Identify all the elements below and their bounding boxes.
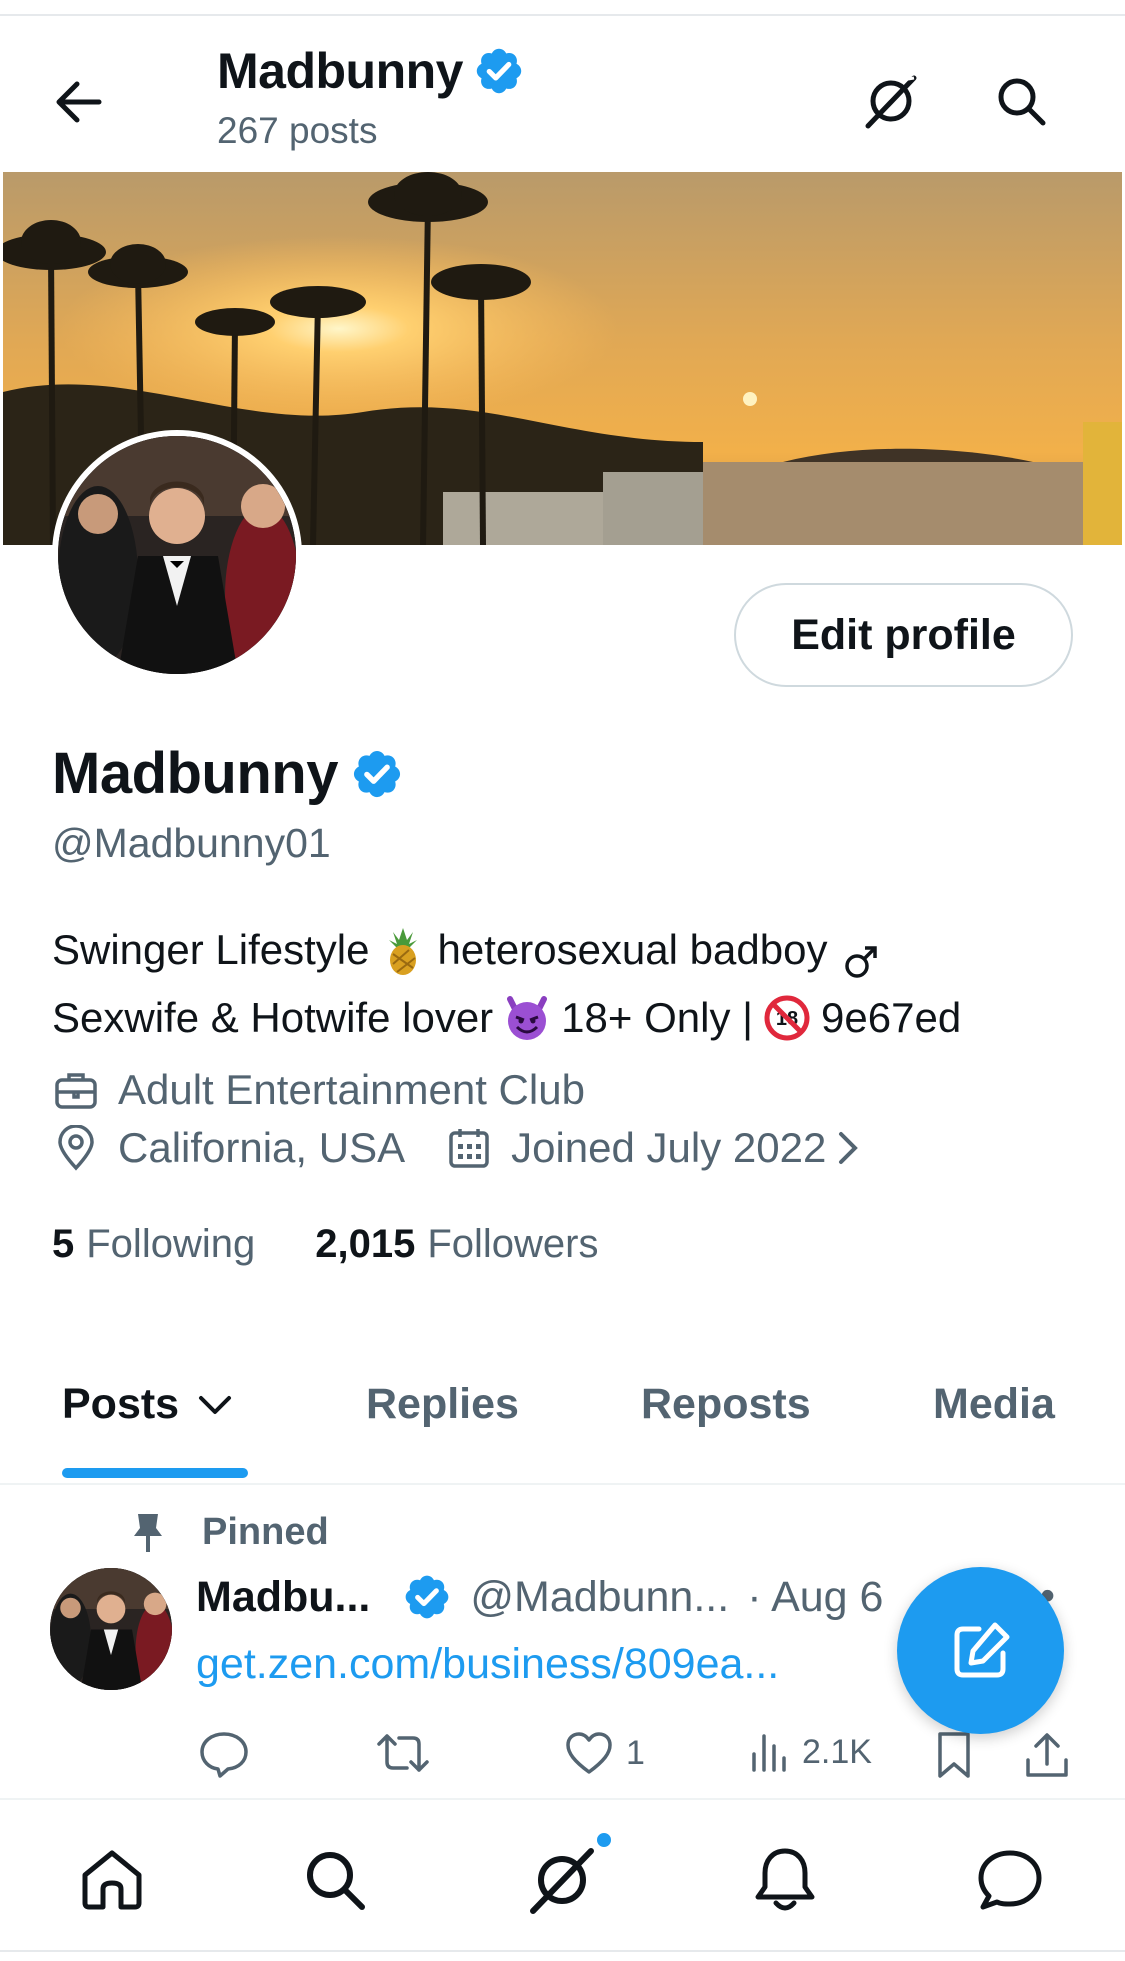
category-text: Adult Entertainment Club [118, 1066, 585, 1113]
pineapple-emoji [377, 924, 429, 976]
verified-badge-icon[interactable] [350, 747, 404, 801]
display-name-text: Madbunny [52, 741, 338, 806]
follow-counts: 5 Following 2,015 Followers [52, 1222, 598, 1267]
views-button[interactable]: 2.1K [750, 1730, 872, 1774]
repost-button[interactable] [375, 1730, 431, 1776]
joined-text: Joined July 2022 [511, 1124, 827, 1171]
tab-reposts[interactable]: Reposts [641, 1380, 811, 1429]
verified-badge-icon [476, 48, 522, 94]
following-link[interactable]: 5 Following [52, 1222, 255, 1267]
share-icon [1026, 1733, 1068, 1777]
search-icon [307, 1852, 365, 1910]
bookmark-icon [938, 1732, 970, 1778]
following-count: 5 [52, 1222, 75, 1266]
post-author-name[interactable]: Madbu... [196, 1573, 370, 1622]
location-pin-icon [52, 1124, 100, 1172]
like-button[interactable]: 1 [564, 1730, 645, 1776]
edit-profile-button[interactable]: Edit profile [734, 583, 1073, 687]
views-icon [752, 1734, 786, 1772]
share-button[interactable] [1024, 1730, 1070, 1780]
pinned-label: Pinned [202, 1510, 329, 1553]
bottom-divider [0, 1950, 1125, 1952]
bio-text: Swinger Lifestyle [52, 926, 370, 973]
tab-posts[interactable]: Posts [62, 1380, 233, 1429]
joined-date-link[interactable]: Joined July 2022 [445, 1124, 860, 1172]
followers-link[interactable]: 2,015 Followers [315, 1222, 598, 1267]
bio-text: heterosexual badboy [437, 926, 828, 973]
calendar-icon [445, 1124, 493, 1172]
no-one-under-eighteen-emoji: 18 [761, 992, 813, 1044]
profile-display-name: Madbunny [52, 740, 404, 807]
status-divider [0, 14, 1125, 16]
back-arrow-icon [56, 81, 102, 123]
compose-icon [954, 1622, 1009, 1677]
chevron-right-icon [836, 1128, 860, 1168]
header-name: Madbunny [217, 43, 463, 99]
location-text: California, USA [118, 1124, 406, 1171]
pin-icon [130, 1510, 170, 1554]
nav-search[interactable] [295, 1840, 375, 1920]
male-sign-emoji [835, 936, 887, 988]
pinned-indicator: Pinned [130, 1510, 329, 1554]
post-actions: 1 2.1K [0, 1730, 1125, 1796]
briefcase-icon [52, 1066, 100, 1114]
grok-icon [530, 1848, 594, 1914]
like-count: 1 [626, 1733, 645, 1772]
profile-header-bar: Madbunny 267 posts [0, 20, 1125, 170]
profile-category: Adult Entertainment Club [52, 1066, 585, 1114]
bell-icon [755, 1848, 815, 1911]
post-date[interactable]: · Aug 6 [747, 1573, 883, 1622]
bottom-navigation [0, 1798, 1125, 1961]
home-icon [82, 1850, 142, 1910]
followers-label: Followers [427, 1222, 599, 1266]
header-title: Madbunny [217, 42, 525, 100]
notification-dot [594, 1830, 614, 1850]
followers-count: 2,015 [315, 1222, 416, 1266]
nav-grok[interactable] [522, 1840, 602, 1920]
tab-label: Posts [62, 1380, 180, 1428]
post-author-handle[interactable]: @Madbunn... [470, 1573, 729, 1622]
compose-post-button[interactable] [897, 1567, 1064, 1734]
profile-tabs: Posts Replies Reposts Media [0, 1360, 1125, 1485]
reply-button[interactable] [198, 1730, 250, 1780]
search-button[interactable] [988, 68, 1054, 134]
bio-text: 9e67ed [821, 994, 962, 1041]
header-post-count: 267 posts [217, 110, 378, 151]
bookmark-button[interactable] [934, 1730, 974, 1780]
nav-home[interactable] [72, 1840, 152, 1920]
grok-icon [865, 75, 917, 129]
messages-icon [978, 1850, 1042, 1910]
post-header: Madbu... @Madbunn... · Aug 6 [196, 1572, 883, 1622]
verified-badge-icon [406, 1575, 449, 1619]
repost-icon [377, 1734, 429, 1772]
tab-replies[interactable]: Replies [366, 1380, 519, 1429]
reply-icon [200, 1732, 248, 1778]
following-label: Following [86, 1222, 256, 1266]
post-link[interactable]: get.zen.com/business/809ea... [196, 1640, 779, 1689]
grok-button[interactable] [858, 68, 924, 134]
bio-text: 18+ Only | [561, 994, 754, 1041]
smiling-devil-emoji [501, 992, 553, 1044]
bio-text: Sexwife & Hotwife lover [52, 994, 494, 1041]
profile-avatar[interactable] [52, 430, 302, 680]
heart-icon [566, 1732, 612, 1774]
profile-bio: Swinger Lifestyle heterosexual badboy Se… [52, 912, 1062, 1048]
tab-media[interactable]: Media [933, 1380, 1055, 1429]
chevron-down-icon [199, 1395, 232, 1414]
view-count: 2.1K [802, 1732, 872, 1771]
back-button[interactable] [48, 72, 108, 132]
active-tab-indicator [62, 1468, 248, 1478]
nav-messages[interactable] [970, 1840, 1050, 1920]
search-icon [998, 78, 1046, 126]
nav-notifications[interactable] [745, 1840, 825, 1920]
profile-handle: @Madbunny01 [52, 820, 331, 866]
post-author-avatar[interactable] [50, 1568, 172, 1690]
profile-location-joined: California, USA Joined July 2022 [52, 1124, 860, 1172]
